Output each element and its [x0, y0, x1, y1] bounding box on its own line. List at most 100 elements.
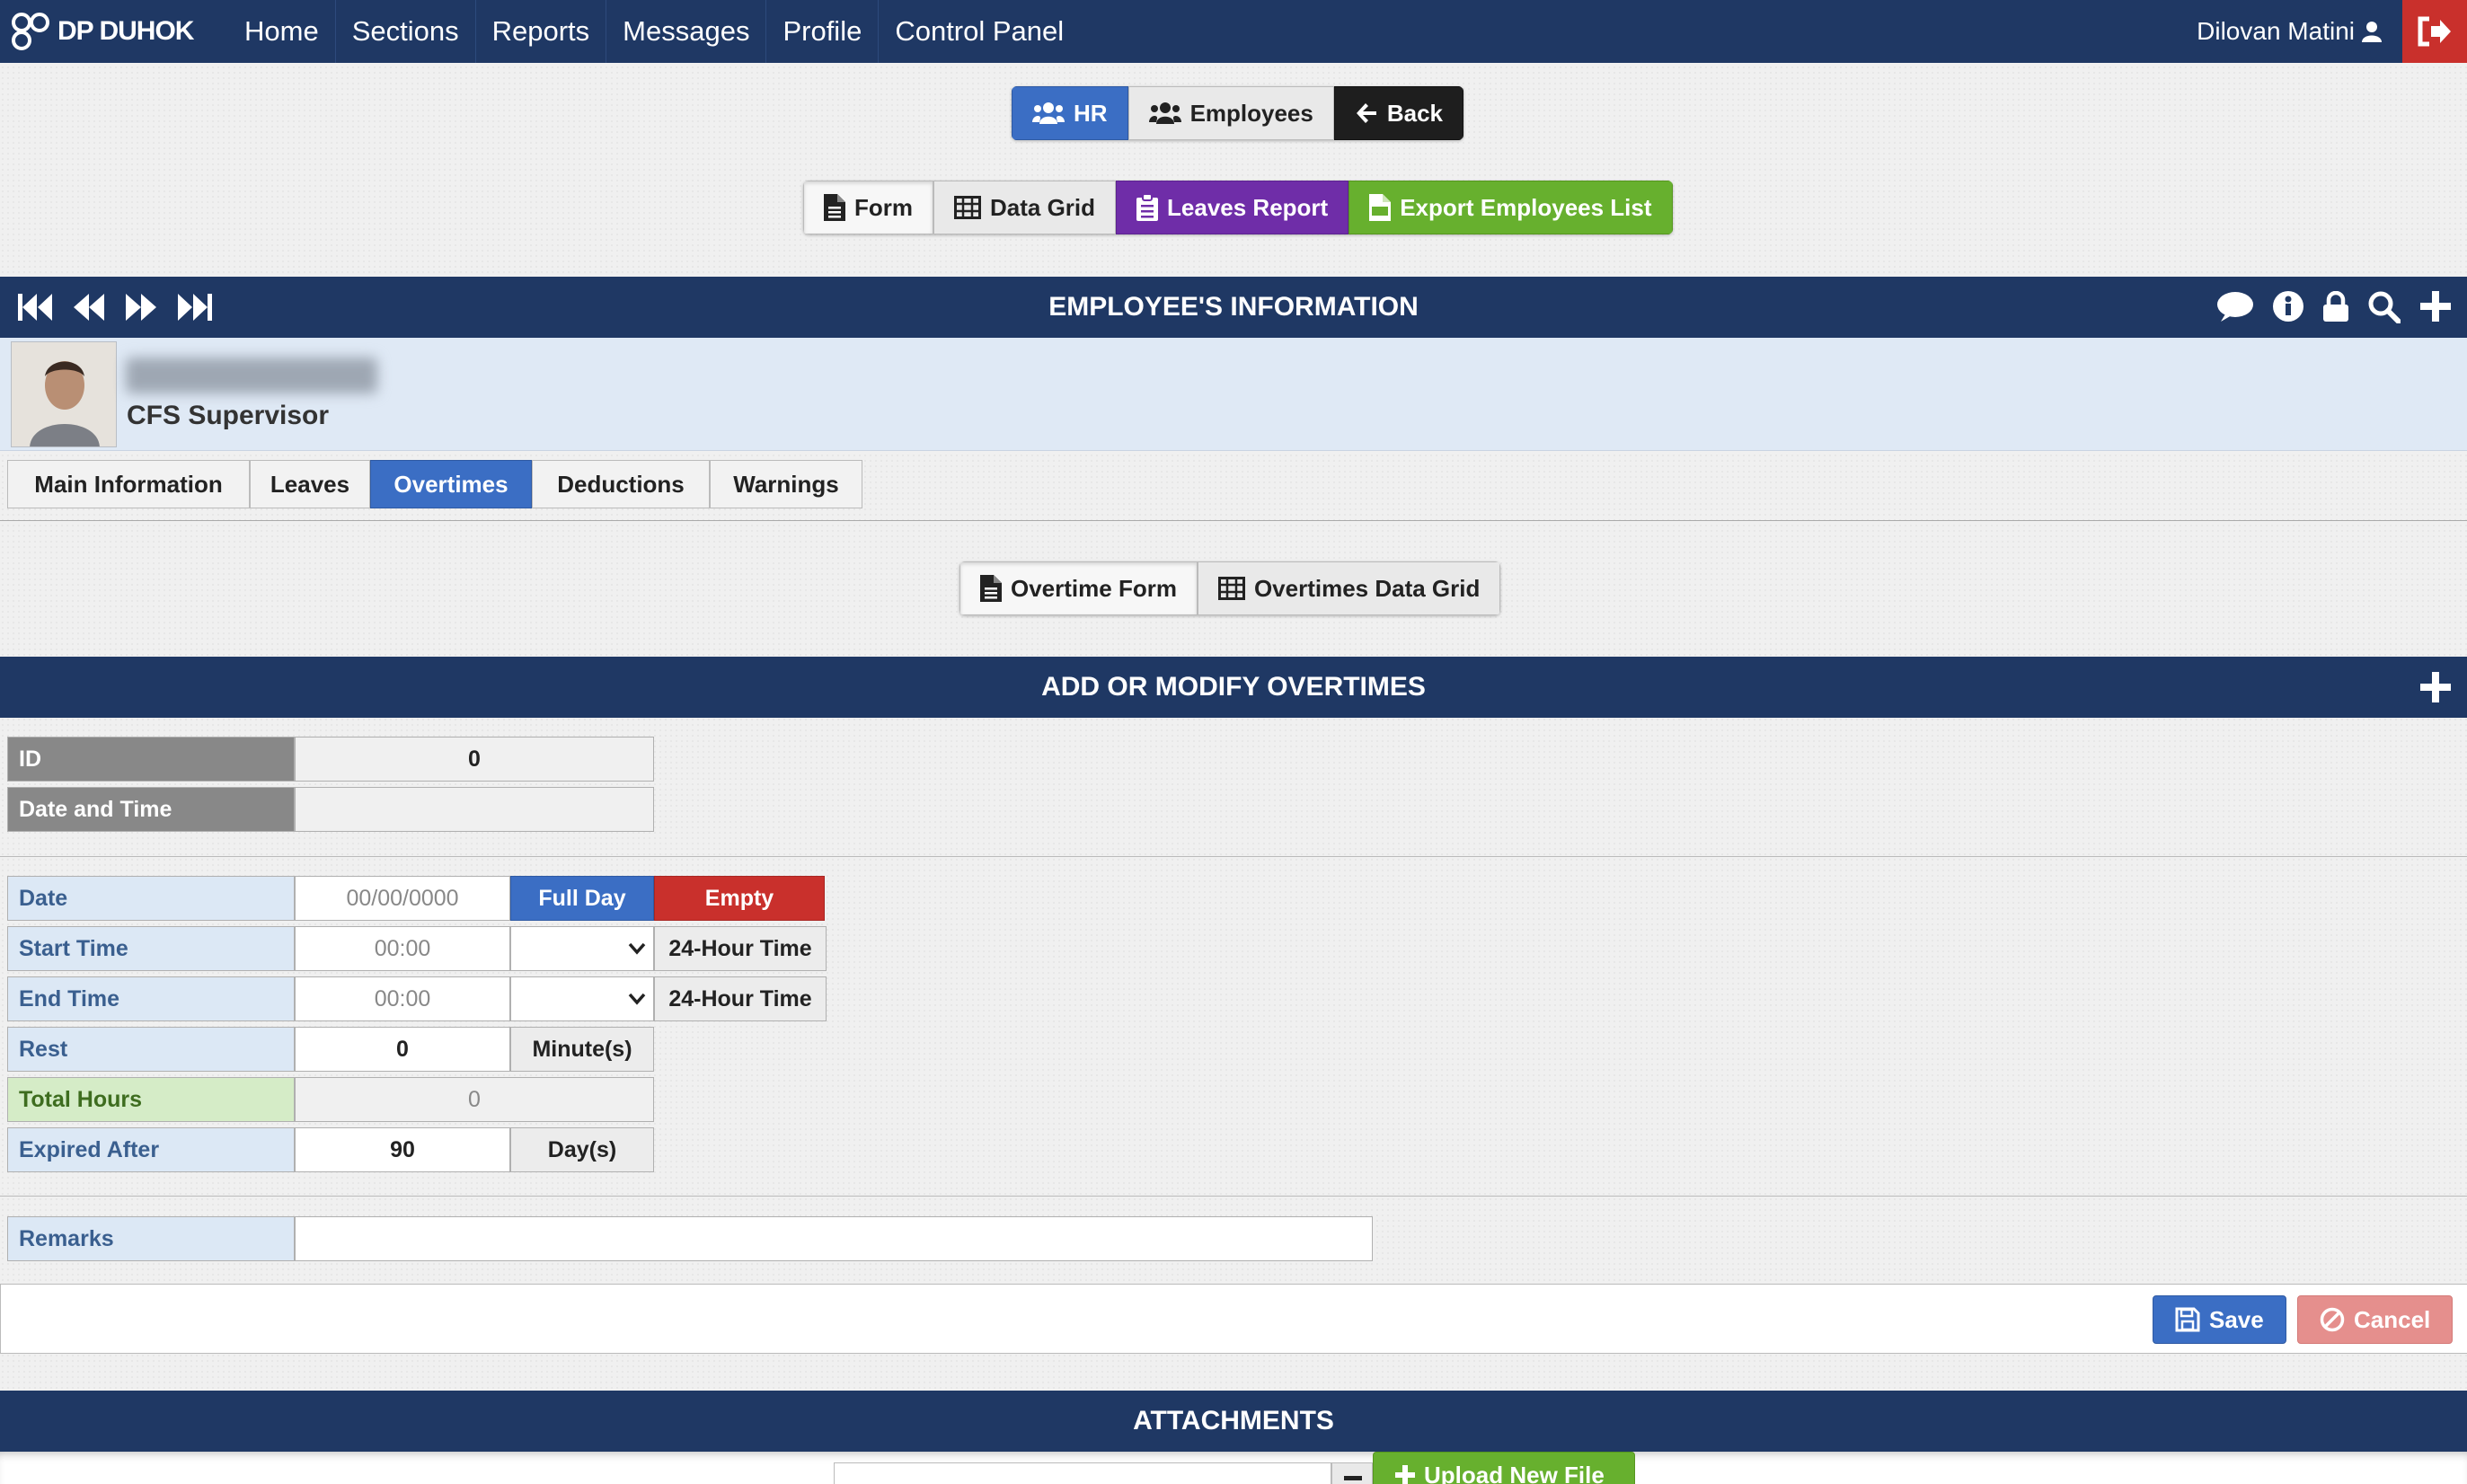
rest-input[interactable]: 0	[295, 1027, 510, 1072]
file-icon	[980, 575, 1002, 602]
brand-logo[interactable]: DP DUHOK	[0, 0, 228, 63]
date-row: Date 00/00/0000 Full Day Empty	[7, 876, 825, 921]
cancel-label: Cancel	[2354, 1305, 2431, 1333]
employees-button[interactable]: Employees	[1127, 86, 1334, 140]
save-label: Save	[2209, 1305, 2264, 1333]
export-label: Export Employees List	[1400, 193, 1652, 221]
full-day-button[interactable]: Full Day	[510, 876, 654, 921]
expired-after-input[interactable]: 90	[295, 1127, 510, 1172]
previous-record-icon[interactable]	[74, 294, 104, 321]
clear-file-button[interactable]	[1331, 1462, 1373, 1484]
upload-new-file-button[interactable]: Upload New File	[1373, 1452, 1635, 1484]
employee-tabs: Main Information Leaves Overtimes Deduct…	[7, 460, 862, 508]
info-icon[interactable]	[2273, 291, 2303, 322]
remarks-input[interactable]	[295, 1216, 1373, 1261]
ban-icon	[2320, 1307, 2345, 1332]
nav-messages[interactable]: Messages	[606, 0, 767, 63]
chevron-down-icon	[628, 942, 646, 955]
employee-tabs-row: Main Information Leaves Overtimes Deduct…	[0, 451, 2467, 521]
overtime-header-actions	[2420, 672, 2451, 702]
data-grid-label: Data Grid	[990, 193, 1096, 221]
nav-profile[interactable]: Profile	[766, 0, 880, 63]
nav-reports[interactable]: Reports	[476, 0, 607, 63]
hr-label: HR	[1074, 99, 1108, 127]
attachments-title: ATTACHMENTS	[1133, 1406, 1334, 1435]
logout-button[interactable]	[2402, 0, 2467, 63]
total-hours-label: Total Hours	[7, 1077, 295, 1122]
employee-profile-strip: CFS Supervisor	[0, 338, 2467, 451]
chevron-down-icon	[628, 993, 646, 1005]
search-icon[interactable]	[2368, 291, 2401, 323]
cancel-button[interactable]: Cancel	[2297, 1295, 2454, 1344]
end-time-format: 24-Hour Time	[654, 976, 827, 1021]
datetime-row: Date and Time	[7, 787, 654, 832]
start-time-input[interactable]: 00:00	[295, 926, 510, 971]
empty-button[interactable]: Empty	[654, 876, 825, 921]
add-icon[interactable]	[2420, 672, 2451, 702]
logo-icon	[12, 13, 49, 50]
data-grid-button[interactable]: Data Grid	[933, 181, 1117, 234]
id-row: ID 0	[7, 737, 654, 782]
user-icon	[2362, 22, 2382, 42]
first-record-icon[interactable]	[18, 294, 52, 321]
leaves-report-button[interactable]: Leaves Report	[1116, 181, 1349, 234]
comment-icon[interactable]	[2217, 291, 2253, 322]
overtime-form-button[interactable]: Overtime Form	[959, 561, 1198, 615]
remarks-row: Remarks	[7, 1216, 1373, 1261]
next-record-icon[interactable]	[126, 294, 156, 321]
tab-leaves[interactable]: Leaves	[250, 460, 370, 508]
date-label: Date	[7, 876, 295, 921]
end-time-label: End Time	[7, 976, 295, 1021]
tab-deductions[interactable]: Deductions	[532, 460, 710, 508]
start-time-format: 24-Hour Time	[654, 926, 827, 971]
plus-icon	[1395, 1465, 1415, 1484]
rest-row: Rest 0 Minute(s)	[7, 1027, 654, 1072]
csv-file-icon	[1369, 194, 1392, 221]
form-view-label: Form	[854, 193, 913, 221]
form-view-button[interactable]: Form	[803, 181, 933, 234]
last-record-icon[interactable]	[178, 294, 212, 321]
file-icon	[824, 194, 845, 221]
back-button[interactable]: Back	[1333, 86, 1464, 140]
overtime-form-panel: Date 00/00/0000 Full Day Empty Start Tim…	[0, 857, 2467, 1197]
expired-after-unit: Day(s)	[510, 1127, 654, 1172]
nav-control-panel[interactable]: Control Panel	[879, 0, 1080, 63]
users-icon	[1032, 102, 1065, 124]
brand-name: DP DUHOK	[57, 16, 194, 46]
expired-after-label: Expired After	[7, 1127, 295, 1172]
start-time-row: Start Time 00:00 24-Hour Time	[7, 926, 827, 971]
overtime-form-label: Overtime Form	[1011, 574, 1177, 602]
lock-icon[interactable]	[2323, 291, 2348, 322]
tab-overtimes[interactable]: Overtimes	[370, 460, 532, 508]
form-actions-panel: Save Cancel	[0, 1285, 2467, 1354]
remarks-panel: Remarks	[0, 1197, 2467, 1285]
person-photo-icon	[12, 342, 116, 446]
overtimes-data-grid-button[interactable]: Overtimes Data Grid	[1197, 561, 1501, 615]
sign-out-icon	[2418, 16, 2451, 47]
save-icon	[2175, 1307, 2200, 1332]
employee-job-title: CFS Supervisor	[127, 401, 330, 430]
hr-button[interactable]: HR	[1012, 86, 1128, 140]
rest-label: Rest	[7, 1027, 295, 1072]
end-time-input[interactable]: 00:00	[295, 976, 510, 1021]
tab-main-information[interactable]: Main Information	[7, 460, 250, 508]
start-time-select[interactable]	[510, 926, 654, 971]
clipboard-icon	[1136, 194, 1159, 221]
save-button[interactable]: Save	[2153, 1295, 2286, 1344]
nav-sections[interactable]: Sections	[336, 0, 476, 63]
add-icon[interactable]	[2420, 291, 2451, 322]
tab-warnings[interactable]: Warnings	[710, 460, 862, 508]
start-time-label: Start Time	[7, 926, 295, 971]
employee-name-redacted	[126, 358, 377, 393]
arrow-left-icon	[1356, 103, 1376, 123]
table-icon	[954, 196, 981, 219]
user-menu[interactable]: Dilovan Matini	[2197, 0, 2382, 63]
minus-icon	[1344, 1476, 1362, 1480]
nav-home[interactable]: Home	[228, 0, 336, 63]
datetime-value	[295, 787, 654, 832]
date-input[interactable]: 00/00/0000	[295, 876, 510, 921]
end-time-select[interactable]	[510, 976, 654, 1021]
file-input[interactable]	[834, 1462, 1331, 1484]
export-employees-button[interactable]: Export Employees List	[1348, 181, 1673, 234]
expired-after-row: Expired After 90 Day(s)	[7, 1127, 654, 1172]
